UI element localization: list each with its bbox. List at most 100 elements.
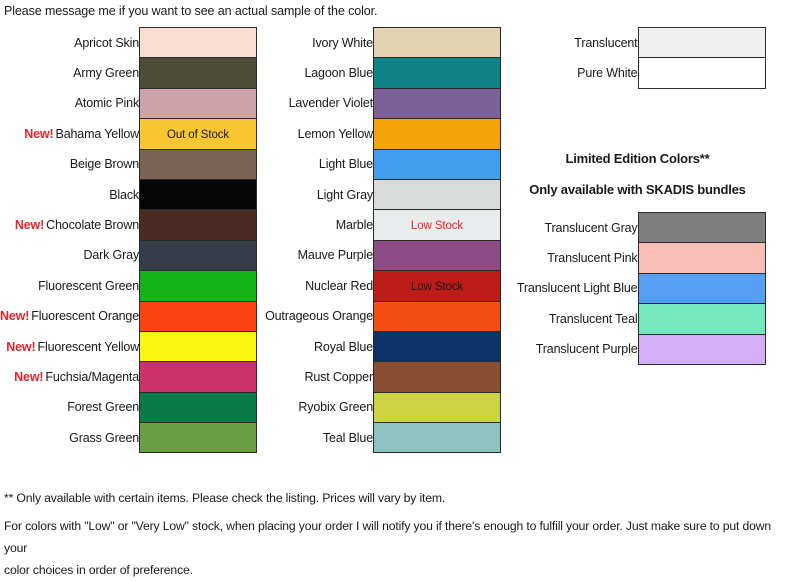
color-swatch[interactable] [139, 87, 257, 119]
color-row: New! Fuchsia/Magenta [0, 361, 257, 393]
color-name-label: Ryobix Green [245, 392, 374, 422]
swatch-rows-container-1: Apricot Skin Army Green Atomic Pink New! Bah… [0, 26, 257, 454]
color-row: Translucent Teal [509, 303, 766, 335]
color-row: Beige Brown [0, 148, 257, 180]
color-swatch[interactable] [373, 300, 501, 332]
color-swatch[interactable] [373, 148, 501, 180]
color-swatch[interactable] [637, 211, 766, 243]
color-name-label: Light Gray [245, 179, 374, 209]
color-name-label: Apricot Skin [0, 28, 140, 58]
color-name-text: Outrageous Orange [265, 309, 373, 324]
color-swatch[interactable]: Out of Stock [139, 118, 257, 150]
color-name-text: Dark Gray [83, 248, 140, 263]
footer-line-asterisk: ** Only available with certain items. Pl… [4, 491, 446, 505]
clear-colors-column: Translucent Pure White [509, 26, 766, 89]
color-swatch[interactable]: Low Stock [373, 270, 501, 302]
footer-line-stock-2: color choices in order of preference. [4, 563, 193, 577]
color-swatch[interactable] [373, 57, 501, 89]
color-row: Translucent [509, 26, 766, 58]
color-row: Apricot Skin [0, 26, 257, 58]
color-name-text: Bahama Yellow [55, 126, 140, 141]
color-swatch[interactable] [637, 26, 766, 58]
color-name-text: Teal Blue [322, 430, 373, 445]
limited-edition-subheading: Only available with SKADIS bundles [529, 182, 746, 197]
color-swatch[interactable] [637, 57, 766, 89]
color-name-label: Lagoon Blue [245, 58, 374, 88]
color-swatch[interactable] [139, 148, 257, 180]
color-row: New! Chocolate Brown [0, 209, 257, 241]
footer-notes: ** Only available with certain items. Pl… [4, 487, 790, 581]
color-name-text: Beige Brown [69, 157, 140, 172]
color-swatch[interactable] [373, 239, 501, 271]
color-name-text: Ivory White [312, 35, 373, 50]
color-swatch[interactable] [139, 330, 257, 362]
footer-line-stock-1: For colors with "Low" or "Very Low" stoc… [4, 519, 772, 555]
color-name-text: Fluorescent Yellow [37, 339, 140, 354]
color-swatch[interactable] [139, 270, 257, 302]
color-swatch[interactable] [637, 272, 766, 304]
color-row: New! Bahama Yellow Out of Stock [0, 118, 257, 150]
color-row: Army Green [0, 57, 257, 89]
color-row: Dark Gray [0, 239, 257, 271]
color-swatch[interactable] [373, 391, 501, 423]
swatch-rows-container-2: Ivory White Lagoon Blue Lavender Violet Lem… [245, 26, 501, 454]
color-name-label: Rust Copper [245, 362, 374, 392]
color-name-text: Army Green [73, 66, 140, 81]
color-swatch[interactable] [139, 239, 257, 271]
limited-edition-heading: Limited Edition Colors** [565, 151, 710, 166]
color-swatch[interactable] [139, 422, 257, 454]
color-name-text: Lagoon Blue [304, 66, 373, 81]
color-name-text: Forest Green [67, 400, 140, 415]
color-swatch[interactable] [139, 57, 257, 89]
color-row: Mauve Purple [245, 239, 501, 271]
color-name-text: Atomic Pink [74, 96, 140, 111]
color-name-text: Mauve Purple [297, 248, 373, 263]
color-name-label: Translucent [509, 28, 638, 58]
color-swatch[interactable] [139, 209, 257, 241]
color-row: Rust Copper [245, 361, 501, 393]
color-swatch[interactable] [637, 242, 766, 274]
color-swatch[interactable] [139, 300, 257, 332]
color-name-text: Pure White [577, 66, 638, 81]
color-name-label: Translucent Light Blue [509, 273, 638, 303]
color-swatch[interactable] [373, 26, 501, 58]
color-name-label: New! Fluorescent Orange [0, 301, 140, 331]
color-swatch[interactable] [637, 333, 766, 365]
color-name-label: Lavender Violet [245, 88, 374, 118]
color-swatch[interactable]: Low Stock [373, 209, 501, 241]
color-row: Marble Low Stock [245, 209, 501, 241]
color-name-label: Translucent Gray [509, 213, 638, 243]
color-row: Teal Blue [245, 422, 501, 454]
color-name-text: Translucent [574, 35, 638, 50]
color-swatch[interactable] [373, 361, 501, 393]
color-swatch[interactable] [373, 422, 501, 454]
color-row: Light Gray [245, 178, 501, 210]
color-row: Translucent Purple [509, 333, 766, 365]
color-row: Fluorescent Green [0, 270, 257, 302]
color-swatch[interactable] [373, 330, 501, 362]
color-name-label: Pure White [509, 58, 638, 88]
color-row: Lagoon Blue [245, 57, 501, 89]
color-swatch[interactable] [139, 178, 257, 210]
color-row: Ivory White [245, 26, 501, 58]
new-badge: New! [24, 126, 54, 141]
new-badge: New! [14, 369, 44, 384]
color-swatch[interactable] [139, 26, 257, 58]
color-swatch[interactable] [139, 361, 257, 393]
color-swatch[interactable] [373, 178, 501, 210]
color-swatch[interactable] [139, 391, 257, 423]
color-name-text: Fluorescent Green [38, 278, 140, 293]
color-swatch[interactable] [637, 303, 766, 335]
color-name-text: Light Gray [316, 187, 373, 202]
color-name-text: Royal Blue [314, 339, 373, 354]
color-name-label: Lemon Yellow [245, 119, 374, 149]
color-name-label: Beige Brown [0, 149, 140, 179]
color-swatch[interactable] [373, 87, 501, 119]
color-name-text: Fluorescent Orange [31, 309, 140, 324]
color-row: Light Blue [245, 148, 501, 180]
color-swatch[interactable] [373, 118, 501, 150]
color-row: New! Fluorescent Orange [0, 300, 257, 332]
color-name-label: Atomic Pink [0, 88, 140, 118]
stock-status-text: Out of Stock [166, 128, 230, 141]
color-name-text: Ryobix Green [298, 400, 373, 415]
